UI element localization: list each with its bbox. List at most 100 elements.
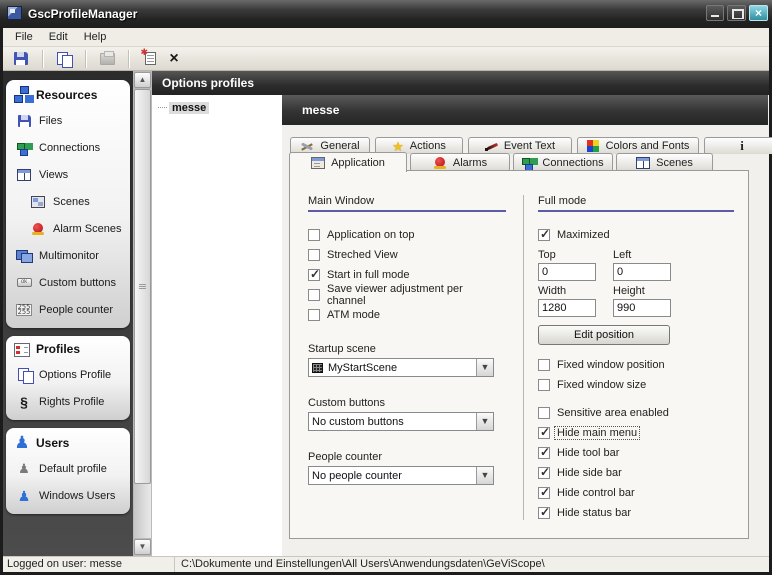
tab-label: Event Text <box>504 140 555 152</box>
options-profiles-header: Options profiles <box>152 71 769 95</box>
resources-icon <box>14 86 30 103</box>
top-field[interactable] <box>538 263 596 281</box>
maximize-button[interactable] <box>727 5 746 21</box>
sidebar-item-windows-users[interactable]: ♟ Windows Users <box>6 482 130 509</box>
sidebar-section-users: ♟ Users ♟ Default profile ♟ Windows User… <box>6 428 130 514</box>
checkbox-box[interactable] <box>308 249 320 261</box>
tab-connections[interactable]: Connections <box>513 153 613 171</box>
checkbox-fixed-window-size[interactable]: Fixed window size <box>538 375 734 395</box>
edit-position-button[interactable]: Edit position <box>538 325 670 345</box>
checkbox-application-on-top[interactable]: Application on top <box>308 225 506 245</box>
checkbox-box[interactable] <box>538 379 550 391</box>
checkbox-box[interactable] <box>308 289 320 301</box>
checkbox-maximized[interactable]: Maximized <box>538 225 734 245</box>
tab-colors-and-fonts[interactable]: Colors and Fonts <box>577 137 699 154</box>
group-title: Main Window <box>308 195 506 212</box>
custom-buttons-combobox[interactable]: No custom buttons ▼ <box>308 412 494 431</box>
tree-item-messe[interactable]: messe <box>158 99 282 116</box>
sidebar-scrollbar[interactable]: ▲ ▼ <box>133 71 152 556</box>
connections-tab-icon <box>522 157 536 169</box>
scrollbar-track[interactable] <box>134 89 151 538</box>
reload-profile-button[interactable] <box>138 49 162 69</box>
sidebar-item-files[interactable]: Files <box>6 107 130 134</box>
scroll-up-icon[interactable]: ▲ <box>134 72 151 88</box>
copy-button[interactable] <box>52 49 76 69</box>
width-label: Width <box>538 285 613 297</box>
checkbox-hide-side-bar[interactable]: Hide side bar <box>538 463 734 483</box>
checkbox-box[interactable] <box>538 507 550 519</box>
checkbox-box[interactable] <box>538 229 550 241</box>
checkbox-sensitive-area-enabled[interactable]: Sensitive area enabled <box>538 403 734 423</box>
custom-buttons-label: Custom buttons <box>308 397 506 409</box>
reload-profile-icon <box>145 52 156 65</box>
checkbox-box[interactable] <box>538 359 550 371</box>
sidebar-item-default-profile[interactable]: ♟ Default profile <box>6 455 130 482</box>
checkbox-save-viewer-adjustment[interactable]: Save viewer adjustment per channel <box>308 285 506 305</box>
tab-info[interactable]: i <box>704 137 772 154</box>
toolbar-separator <box>128 50 129 68</box>
sidebar-item-views[interactable]: Views <box>6 161 130 188</box>
people-counter-combobox[interactable]: No people counter ▼ <box>308 466 494 485</box>
menu-help[interactable]: Help <box>77 29 114 45</box>
tab-alarms[interactable]: Alarms <box>410 153 510 171</box>
menu-edit[interactable]: Edit <box>42 29 75 45</box>
print-button[interactable] <box>95 49 119 69</box>
scroll-down-icon[interactable]: ▼ <box>134 539 151 555</box>
checkbox-hide-main-menu[interactable]: Hide main menu <box>538 423 734 443</box>
checkbox-hide-tool-bar[interactable]: Hide tool bar <box>538 443 734 463</box>
titlebar[interactable]: GscProfileManager × <box>0 0 772 28</box>
checkbox-label: ATM mode <box>325 309 382 321</box>
tools-icon <box>300 141 314 152</box>
chevron-down-icon[interactable]: ▼ <box>476 413 493 430</box>
width-field[interactable] <box>538 299 596 317</box>
startup-scene-combobox[interactable]: MyStartScene ▼ <box>308 358 494 377</box>
delete-button[interactable]: × <box>162 49 186 69</box>
sidebar-item-scenes[interactable]: Scenes <box>6 188 130 215</box>
sidebar-item-connections[interactable]: Connections <box>6 134 130 161</box>
checkbox-box[interactable] <box>308 309 320 321</box>
scrollbar-thumb[interactable] <box>134 89 151 484</box>
checkbox-box[interactable] <box>538 447 550 459</box>
height-field[interactable] <box>613 299 671 317</box>
tab-event-text[interactable]: Event Text <box>468 137 572 154</box>
profile-tree: messe <box>152 95 282 556</box>
checkbox-box[interactable] <box>308 229 320 241</box>
checkbox-box[interactable] <box>308 269 320 281</box>
left-label: Left <box>613 249 688 261</box>
checkbox-start-in-full-mode[interactable]: Start in full mode <box>308 265 506 285</box>
checkbox-label: Start in full mode <box>325 269 412 281</box>
alarm-scenes-icon <box>31 223 45 235</box>
checkbox-box[interactable] <box>538 407 550 419</box>
checkbox-streched-view[interactable]: Streched View <box>308 245 506 265</box>
chevron-down-icon[interactable]: ▼ <box>476 359 493 376</box>
checkbox-fixed-window-position[interactable]: Fixed window position <box>538 355 734 375</box>
checkbox-hide-status-bar[interactable]: Hide status bar <box>538 503 734 523</box>
sidebar-item-people-counter[interactable]: 255255 People counter <box>6 296 130 323</box>
tab-scenes[interactable]: Scenes <box>616 153 713 171</box>
sidebar-item-multimonitor[interactable]: Multimonitor <box>6 242 130 269</box>
combobox-value: MyStartScene <box>325 362 476 374</box>
tab-application[interactable]: Application <box>289 152 407 172</box>
files-icon <box>18 115 31 127</box>
left-field[interactable] <box>613 263 671 281</box>
minimize-button[interactable] <box>706 5 724 21</box>
checkbox-box[interactable] <box>538 427 550 439</box>
sidebar-item-options-profile[interactable]: Options Profile <box>6 361 130 388</box>
close-button[interactable]: × <box>749 5 768 21</box>
chevron-down-icon[interactable]: ▼ <box>476 467 493 484</box>
checkbox-label: Hide control bar <box>555 487 637 499</box>
checkbox-box[interactable] <box>538 487 550 499</box>
checkbox-hide-control-bar[interactable]: Hide control bar <box>538 483 734 503</box>
main-area: Options profiles messe messe General ★ <box>152 71 769 556</box>
checkbox-atm-mode[interactable]: ATM mode <box>308 305 506 325</box>
sidebar-item-rights-profile[interactable]: § Rights Profile <box>6 388 130 415</box>
checkbox-box[interactable] <box>538 467 550 479</box>
save-button[interactable] <box>9 49 33 69</box>
users-icon: ♟ <box>14 434 30 451</box>
sidebar-item-alarm-scenes[interactable]: Alarm Scenes <box>6 215 130 242</box>
menu-file[interactable]: File <box>8 29 40 45</box>
sidebar-section-header: Profiles <box>6 336 130 361</box>
sidebar-item-custom-buttons[interactable]: ok Custom buttons <box>6 269 130 296</box>
alarms-icon <box>433 157 447 169</box>
rights-profile-icon: § <box>20 395 28 409</box>
